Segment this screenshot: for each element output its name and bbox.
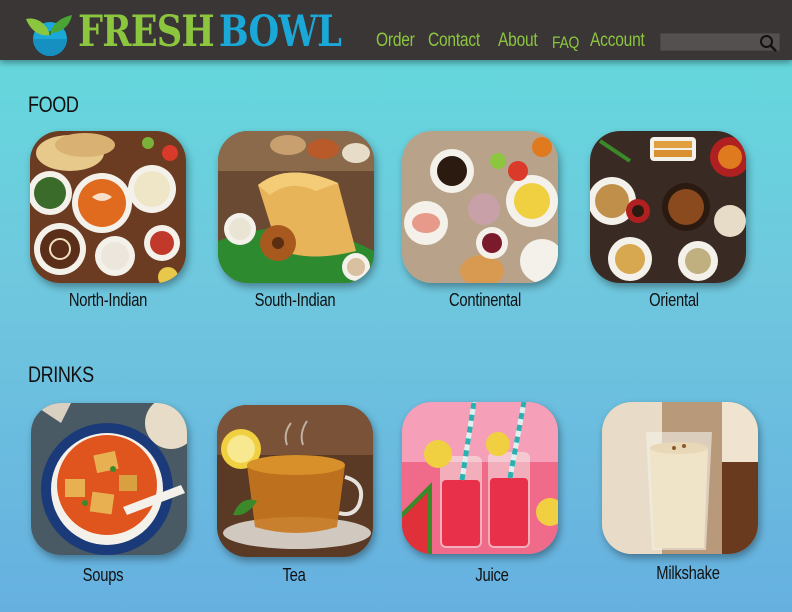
brand-word-fresh: FRESH [78,7,215,57]
nav-faq-link[interactable]: FAQ [552,33,579,53]
watermelon-juice-image [402,402,558,554]
oriental-noodles-image [590,131,746,283]
drinks-section-title: DRINKS [28,362,94,387]
leaf-bowl-icon[interactable] [22,9,78,57]
continental-label[interactable]: Continental [411,290,559,311]
continental-card[interactable] [402,131,558,283]
north-indian-thali-image [30,131,186,283]
south-indian-label[interactable]: South-Indian [221,290,369,311]
continental-breakfast-image [402,131,558,283]
north-indian-label[interactable]: North-Indian [34,290,182,311]
brand-word-bowl: BOWL [218,7,342,57]
brand-name[interactable]: FRESH BOWL [78,7,342,57]
search-input[interactable] [661,34,759,50]
nav-about-link[interactable]: About [498,30,538,52]
soups-label[interactable]: Soups [29,565,177,586]
nav-contact-link[interactable]: Contact [428,30,480,52]
milkshake-label[interactable]: Milkshake [614,563,762,584]
juice-card[interactable] [402,402,558,554]
food-section-title: FOOD [28,92,79,117]
soups-card[interactable] [31,403,187,555]
tea-cup-image [217,405,373,557]
tea-card[interactable] [217,405,373,557]
top-navbar: FRESH BOWL Order Contact About FAQ Accoun… [0,0,792,60]
oriental-card[interactable] [590,131,746,283]
search-icon[interactable] [758,33,778,53]
oriental-label[interactable]: Oriental [600,290,748,311]
south-indian-card[interactable] [218,131,374,283]
tomato-soup-image [31,403,187,555]
juice-label[interactable]: Juice [418,565,566,586]
search-box [660,33,780,53]
north-indian-card[interactable] [30,131,186,283]
nav-order-link[interactable]: Order [376,30,415,52]
milkshake-glass-image [602,402,758,554]
tea-label[interactable]: Tea [220,565,368,586]
dosa-vada-image [218,131,374,283]
nav-account-link[interactable]: Account [590,30,645,52]
milkshake-card[interactable] [602,402,758,554]
